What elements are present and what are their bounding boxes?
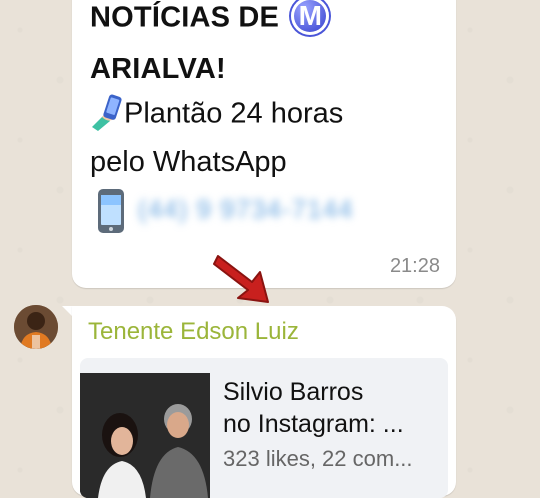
link-preview-thumbnail bbox=[80, 373, 210, 498]
title-text-1: NOTÍCIAS DE bbox=[90, 1, 280, 34]
link-preview-title-1: Silvio Barros bbox=[223, 378, 364, 406]
mobile-phone-icon bbox=[98, 189, 124, 233]
phone-number-blurred[interactable]: (44) 9 9734-7144 bbox=[138, 194, 353, 225]
link-preview-title: Silvio Barros no Instagram: ... bbox=[223, 376, 443, 440]
link-preview[interactable]: Silvio Barros no Instagram: ... 323 like… bbox=[80, 358, 448, 498]
badge-m-icon: M bbox=[291, 0, 330, 35]
message-line-1: Plantão 24 horas bbox=[90, 94, 344, 134]
avatar[interactable] bbox=[14, 305, 58, 349]
link-preview-meta: 323 likes, 22 com... bbox=[223, 446, 413, 471]
message-line-2: pelo WhatsApp bbox=[90, 146, 287, 178]
message-timestamp: 21:28 bbox=[389, 255, 440, 277]
message-title-line-1: NOTÍCIAS DE M bbox=[90, 0, 330, 38]
red-arrow-icon bbox=[213, 255, 269, 303]
hand-phone-icon bbox=[92, 94, 122, 131]
message-title-line-2: ARIALVA! bbox=[90, 53, 226, 85]
message-bubble-link[interactable]: Tenente Edson Luiz Silvio Barros no Inst… bbox=[72, 306, 456, 498]
link-preview-title-2: no Instagram: ... bbox=[223, 410, 404, 438]
avatar-image bbox=[14, 305, 58, 349]
message-line-1-text: Plantão 24 horas bbox=[124, 97, 344, 130]
message-bubble-news[interactable]: NOTÍCIAS DE M ARIALVA! Plantão 24 horas … bbox=[72, 0, 456, 288]
sender-name[interactable]: Tenente Edson Luiz bbox=[88, 318, 299, 346]
